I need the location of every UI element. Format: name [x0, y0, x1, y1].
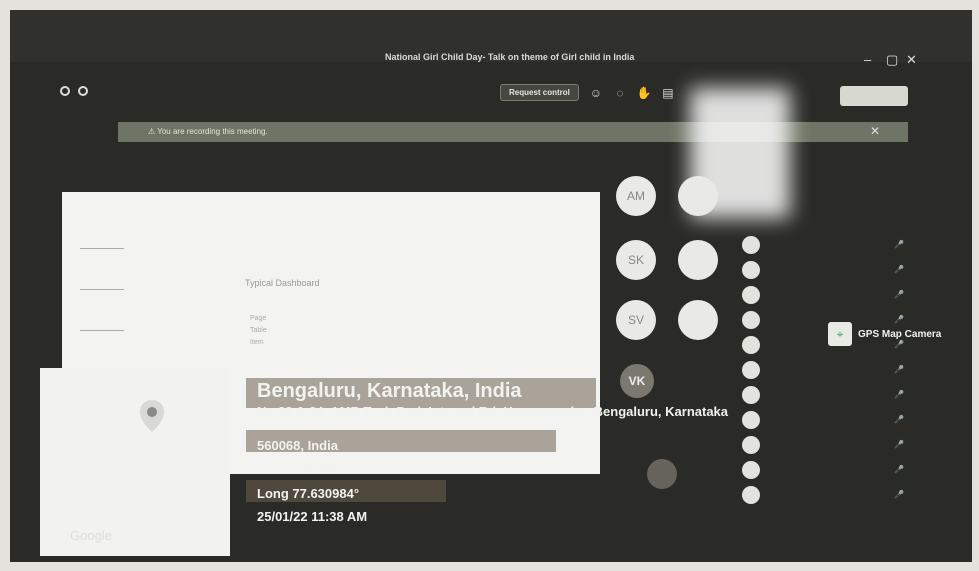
- meeting-toolbar: Request control ☺ ◌ ✋ ▤: [500, 84, 675, 101]
- info-icon[interactable]: [78, 86, 88, 96]
- request-control-button[interactable]: Request control: [500, 84, 579, 101]
- minimize-icon[interactable]: –: [864, 52, 871, 67]
- more-icon[interactable]: ▤: [661, 86, 675, 100]
- top-left-controls: [60, 86, 88, 96]
- shared-sub-item: Table: [250, 327, 267, 334]
- shared-sub-item: Page: [250, 315, 267, 322]
- participant-tile[interactable]: AM: [616, 176, 656, 216]
- map-thumbnail: Google: [40, 368, 230, 556]
- participant-row[interactable]: 🎤: [742, 257, 904, 282]
- avatar: [742, 285, 760, 304]
- warning-icon: ⚠: [148, 127, 158, 136]
- participant-tile[interactable]: [678, 176, 718, 216]
- participant-tile[interactable]: [678, 240, 718, 280]
- participant-row[interactable]: 🎤: [742, 457, 904, 482]
- avatar: [742, 385, 760, 404]
- shared-screen-heading: Typical Dashboard: [245, 278, 320, 288]
- participant-small-avatar[interactable]: [647, 459, 677, 489]
- map-attribution: Google: [70, 528, 112, 543]
- gps-camera-badge: ⌖ GPS Map Camera: [828, 322, 941, 346]
- participant-row[interactable]: 🎤: [742, 432, 904, 457]
- participant-avatar: SK: [616, 240, 656, 280]
- participant-avatar: [678, 300, 718, 340]
- taskbar: [420, 512, 880, 528]
- avatar: [742, 335, 760, 354]
- geo-datetime: 25/01/22 11:38 AM: [257, 509, 368, 524]
- mic-icon[interactable]: 🎤: [894, 490, 904, 499]
- participant-avatar: AM: [616, 176, 656, 216]
- shared-sub-item: Item: [250, 339, 264, 346]
- participant-tile[interactable]: SV: [616, 300, 656, 340]
- avatar: [742, 435, 760, 454]
- participant-avatar: SV: [616, 300, 656, 340]
- avatar: [742, 260, 760, 279]
- participant-row[interactable]: 🎤: [742, 232, 904, 257]
- location-pin-icon: [140, 400, 164, 432]
- shared-screen-items: Page Table Item: [250, 313, 267, 349]
- participant-avatar: [678, 176, 718, 216]
- shared-screen-sidebar: [62, 208, 142, 368]
- shield-icon[interactable]: [60, 86, 70, 96]
- geo-address-line2: 560068, India: [257, 438, 338, 453]
- participant-avatar: [678, 240, 718, 280]
- hand-icon[interactable]: ✋: [637, 86, 652, 100]
- avatar: [742, 310, 760, 329]
- mic-icon[interactable]: 🎤: [894, 440, 904, 449]
- avatar: [742, 460, 760, 479]
- mic-icon[interactable]: 🎤: [894, 290, 904, 299]
- banner-close-icon[interactable]: ✕: [870, 124, 880, 138]
- geo-longitude: Long 77.630984°: [257, 486, 360, 501]
- mic-icon[interactable]: 🎤: [894, 365, 904, 374]
- participant-row[interactable]: 🎤: [742, 357, 904, 382]
- mic-icon[interactable]: 🎤: [894, 465, 904, 474]
- meeting-title: National Girl Child Day- Talk on theme o…: [385, 52, 635, 62]
- avatar: [742, 235, 760, 254]
- shared-sidebar-item: [80, 267, 124, 290]
- mic-icon[interactable]: 🎤: [894, 265, 904, 274]
- maximize-icon[interactable]: ▢: [886, 52, 898, 68]
- mic-icon[interactable]: 🎤: [894, 415, 904, 424]
- participant-row[interactable]: 🎤: [742, 382, 904, 407]
- geo-city: Bengaluru, Karnataka, India: [257, 380, 522, 402]
- recording-banner-text: You are recording this meeting.: [157, 127, 268, 136]
- participant-row[interactable]: 🎤: [742, 282, 904, 307]
- participant-row[interactable]: 🎤: [742, 407, 904, 432]
- participants-list: 🎤 🎤 🎤 🎤 🎤 🎤 🎤 🎤 🎤 🎤 🎤: [742, 232, 904, 507]
- geo-latitude: Lat 12.900967°: [257, 462, 347, 477]
- participant-tile[interactable]: SK: [616, 240, 656, 280]
- chat-icon[interactable]: ◌: [613, 86, 627, 100]
- participant-row[interactable]: 🎤: [742, 482, 904, 507]
- geo-address-line1: No 23 & 24, AMR Tech Park Internal Rd, H…: [257, 404, 729, 419]
- leave-button[interactable]: [840, 86, 908, 106]
- shared-sidebar-item: [80, 308, 124, 331]
- shared-sidebar-item: [80, 226, 124, 249]
- avatar: [742, 485, 760, 504]
- map-pin-icon: ⌖: [828, 322, 852, 346]
- avatar: [742, 360, 760, 379]
- gps-camera-label: GPS Map Camera: [858, 328, 942, 340]
- avatar: [742, 410, 760, 429]
- close-icon[interactable]: ✕: [906, 52, 917, 68]
- participant-tile[interactable]: [678, 300, 718, 340]
- vk-avatar[interactable]: VK: [620, 364, 654, 398]
- mic-icon[interactable]: 🎤: [894, 240, 904, 249]
- mic-icon[interactable]: 🎤: [894, 390, 904, 399]
- people-icon[interactable]: ☺: [589, 86, 603, 100]
